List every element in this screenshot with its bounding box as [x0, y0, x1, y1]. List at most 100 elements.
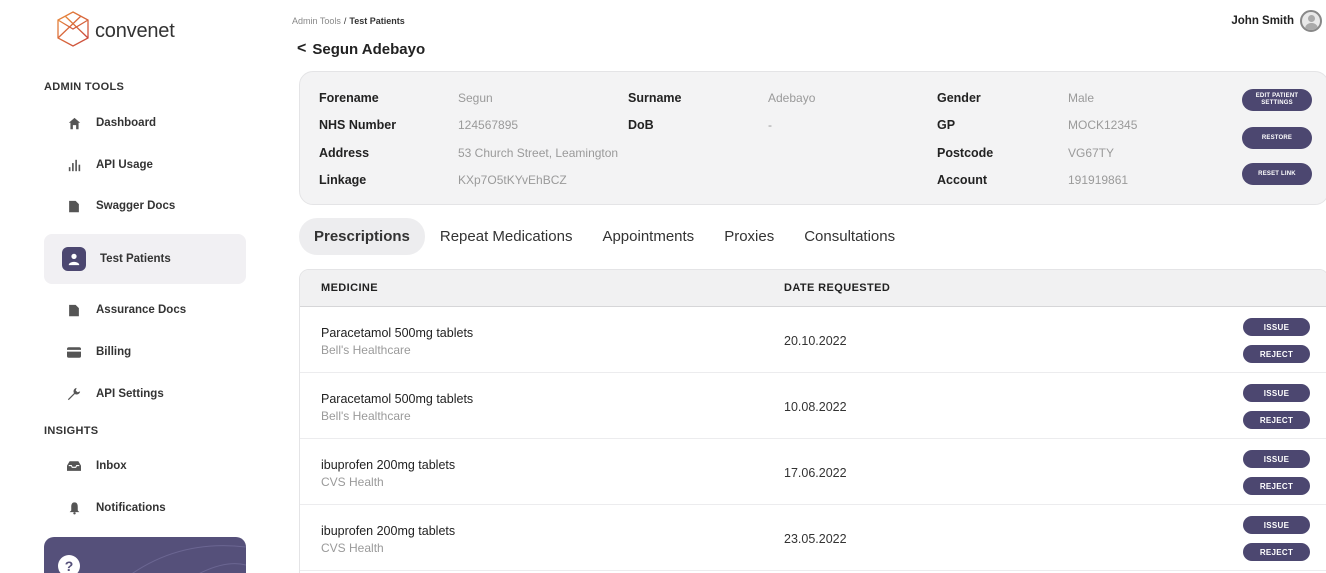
tab-consultations[interactable]: Consultations	[789, 218, 910, 255]
forename-value: Segun	[458, 91, 493, 105]
tab-appointments[interactable]: Appointments	[587, 218, 709, 255]
sidebar-item-dashboard[interactable]: Dashboard	[44, 103, 246, 143]
patient-tabs: Prescriptions Repeat Medications Appoint…	[299, 218, 910, 255]
dob-label: DoB	[628, 118, 654, 132]
sidebar-item-inbox[interactable]: Inbox	[44, 446, 246, 486]
user-name: John Smith	[1231, 15, 1294, 27]
sidebar-item-label: Swagger Docs	[96, 200, 176, 212]
sidebar-item-api-usage[interactable]: API Usage	[44, 145, 246, 185]
sidebar-item-api-settings[interactable]: API Settings	[44, 374, 246, 414]
reject-button[interactable]: REJECT	[1243, 543, 1310, 561]
pharmacy-name: CVS Health	[321, 475, 384, 489]
tab-proxies[interactable]: Proxies	[709, 218, 789, 255]
table-header: MEDICINE DATE REQUESTED	[300, 270, 1326, 307]
date-requested: 20.10.2022	[784, 334, 847, 348]
postcode-value: VG67TY	[1068, 146, 1115, 160]
patient-details-card: Forename Segun Surname Adebayo Gender Ma…	[299, 71, 1326, 205]
gender-value: Male	[1068, 91, 1095, 105]
help-icon: ?	[58, 555, 80, 573]
sidebar-item-assurance-docs[interactable]: Assurance Docs	[44, 290, 246, 330]
address-label: Address	[319, 146, 370, 160]
inbox-icon	[66, 458, 82, 474]
dob-value: -	[768, 118, 772, 132]
address-value: 53 Church Street, Leamington	[458, 146, 619, 160]
reject-button[interactable]: REJECT	[1243, 477, 1310, 495]
restore-button[interactable]: RESTORE	[1242, 127, 1312, 149]
breadcrumb: Admin Tools / Test Patients	[292, 16, 405, 26]
help-card[interactable]: ?	[44, 537, 246, 573]
document-icon	[66, 302, 82, 318]
sidebar-item-label: Test Patients	[100, 253, 171, 265]
forename-label: Forename	[319, 91, 379, 105]
gp-label: GP	[937, 118, 956, 132]
convenet-logo-icon	[53, 9, 93, 54]
column-header-date-requested[interactable]: DATE REQUESTED	[784, 282, 890, 294]
sidebar-item-swagger-docs[interactable]: Swagger Docs	[44, 186, 246, 226]
sidebar-item-label: Notifications	[96, 502, 166, 514]
sidebar-item-label: Dashboard	[96, 117, 157, 129]
medicine-name: ibuprofen 200mg tablets	[321, 458, 456, 472]
account-label: Account	[937, 173, 987, 187]
bell-icon	[66, 500, 82, 516]
breadcrumb-current: Test Patients	[349, 16, 405, 26]
medicine-name: Paracetamol 500mg tablets	[321, 392, 474, 406]
column-header-medicine[interactable]: MEDICINE	[321, 282, 378, 294]
linkage-value: KXp7O5tKYvEhBCZ	[458, 173, 567, 187]
sidebar-item-label: API Usage	[96, 159, 153, 171]
table-row[interactable]: ibuprofen 200mg tablets CVS Health 23.05…	[300, 505, 1326, 571]
wrench-icon	[66, 386, 82, 402]
sidebar-item-label: Billing	[96, 346, 132, 358]
medicine-name: ibuprofen 200mg tablets	[321, 524, 456, 538]
reset-link-button[interactable]: RESET LINK	[1242, 163, 1312, 185]
nhs-number-label: NHS Number	[319, 118, 397, 132]
account-value: 191919861	[1068, 173, 1129, 187]
gp-value: MOCK12345	[1068, 118, 1138, 132]
surname-value: Adebayo	[768, 91, 816, 105]
patient-name-title: Segun Adebayo	[312, 40, 426, 58]
table-row[interactable]: ibuprofen 200mg tablets CVS Health 17.06…	[300, 439, 1326, 505]
logo[interactable]: convenet	[53, 9, 175, 54]
page-title[interactable]: < Segun Adebayo	[297, 40, 425, 58]
date-requested: 10.08.2022	[784, 400, 847, 414]
table-row[interactable]: Paracetamol 500mg tablets Bell's Healthc…	[300, 373, 1326, 439]
home-icon	[66, 115, 82, 131]
sidebar-item-label: Inbox	[96, 460, 127, 472]
brand-name: convenet	[95, 20, 175, 42]
medicine-name: Paracetamol 500mg tablets	[321, 326, 474, 340]
pharmacy-name: Bell's Healthcare	[321, 343, 411, 357]
reject-button[interactable]: REJECT	[1243, 411, 1310, 429]
reject-button[interactable]: REJECT	[1243, 345, 1310, 363]
gender-label: Gender	[937, 91, 981, 105]
credit-card-icon	[66, 344, 82, 360]
back-chevron-icon[interactable]: <	[297, 40, 306, 58]
tab-repeat-medications[interactable]: Repeat Medications	[425, 218, 588, 255]
user-menu[interactable]: John Smith	[1231, 10, 1322, 32]
prescriptions-table: MEDICINE DATE REQUESTED Paracetamol 500m…	[299, 269, 1326, 573]
avatar[interactable]	[1300, 10, 1322, 32]
sidebar-item-test-patients[interactable]: Test Patients	[44, 234, 246, 284]
user-icon	[62, 247, 86, 271]
issue-button[interactable]: ISSUE	[1243, 318, 1310, 336]
tab-prescriptions[interactable]: Prescriptions	[299, 218, 425, 255]
surname-label: Surname	[628, 91, 682, 105]
table-row[interactable]: Paracetamol 500mg tablets Bell's Healthc…	[300, 307, 1326, 373]
section-insights: INSIGHTS	[44, 425, 99, 437]
breadcrumb-parent[interactable]: Admin Tools	[292, 16, 341, 26]
date-requested: 17.06.2022	[784, 466, 847, 480]
issue-button[interactable]: ISSUE	[1243, 384, 1310, 402]
pharmacy-name: Bell's Healthcare	[321, 409, 411, 423]
postcode-label: Postcode	[937, 146, 994, 160]
pharmacy-name: CVS Health	[321, 541, 384, 555]
edit-patient-settings-button[interactable]: EDIT PATIENT SETTINGS	[1242, 89, 1312, 111]
issue-button[interactable]: ISSUE	[1243, 450, 1310, 468]
issue-button[interactable]: ISSUE	[1243, 516, 1310, 534]
sidebar-item-label: API Settings	[96, 388, 164, 400]
breadcrumb-separator: /	[343, 16, 347, 26]
section-admin-tools: ADMIN TOOLS	[44, 81, 125, 93]
sidebar: convenet ADMIN TOOLS Dashboard API Usage…	[0, 0, 262, 573]
nhs-number-value: 124567895	[458, 118, 519, 132]
sidebar-item-label: Assurance Docs	[96, 304, 187, 316]
linkage-label: Linkage	[319, 173, 367, 187]
sidebar-item-notifications[interactable]: Notifications	[44, 488, 246, 528]
sidebar-item-billing[interactable]: Billing	[44, 332, 246, 372]
